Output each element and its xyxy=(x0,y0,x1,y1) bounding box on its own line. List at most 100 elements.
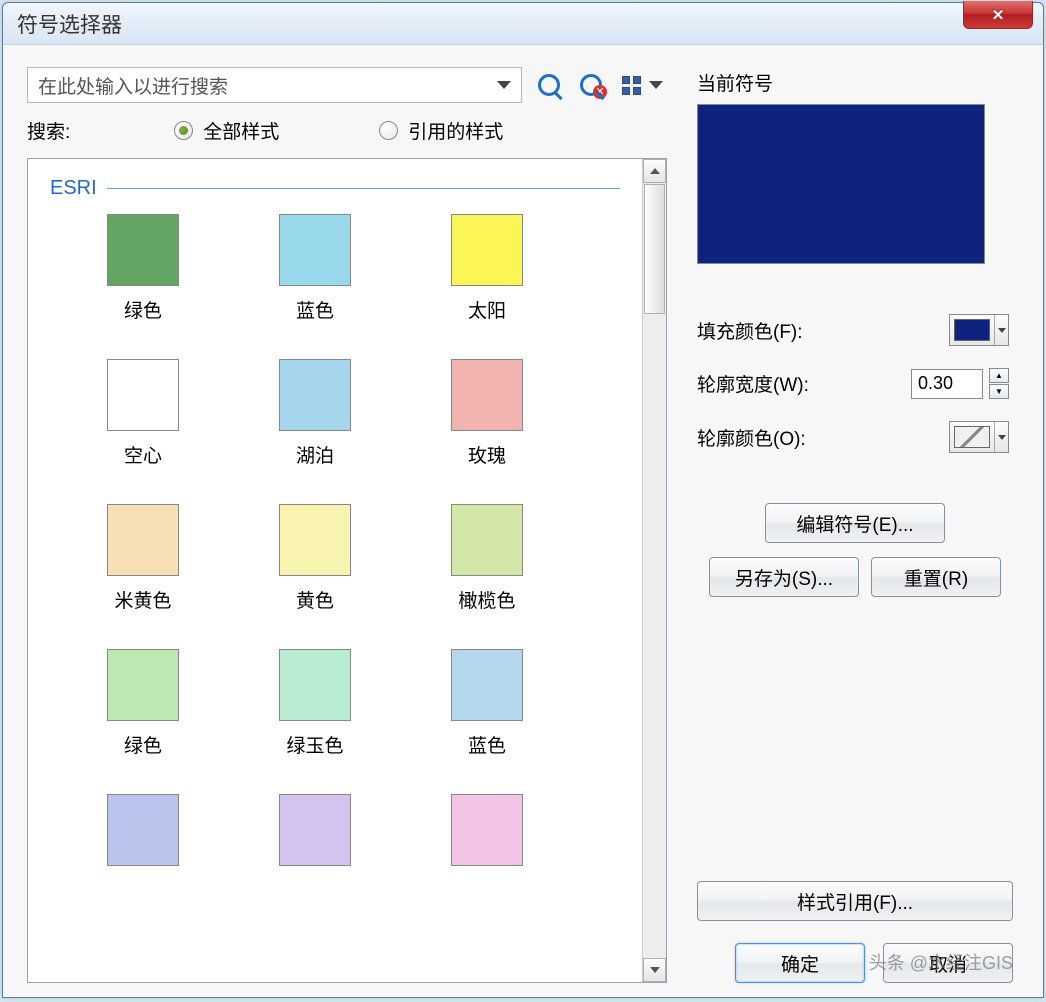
symbol-item[interactable]: 黄色 xyxy=(240,504,390,613)
symbol-grid: 绿色蓝色太阳空心湖泊玫瑰米黄色黄色橄榄色绿色绿玉色蓝色 xyxy=(50,214,620,876)
symbol-swatch xyxy=(451,504,523,576)
color-swatch xyxy=(954,426,990,448)
window-title: 符号选择器 xyxy=(17,9,122,39)
edit-symbol-button[interactable]: 编辑符号(E)... xyxy=(765,503,945,543)
symbol-item[interactable] xyxy=(68,794,218,876)
symbol-swatch xyxy=(451,649,523,721)
group-header: ESRI xyxy=(50,177,620,200)
clear-search-button[interactable]: ✕ xyxy=(576,70,606,100)
group-name: ESRI xyxy=(50,177,97,200)
symbol-swatch xyxy=(451,794,523,866)
outline-color-label: 轮廓颜色(O): xyxy=(697,424,806,451)
symbol-label: 太阳 xyxy=(468,296,506,323)
dropdown-icon xyxy=(994,315,1008,345)
grid-view-icon xyxy=(622,76,641,95)
spin-up-button[interactable]: ▲ xyxy=(989,368,1009,383)
symbol-item[interactable]: 橄榄色 xyxy=(412,504,562,613)
symbol-list-panel: ESRI 绿色蓝色太阳空心湖泊玫瑰米黄色黄色橄榄色绿色绿玉色蓝色 xyxy=(27,158,667,983)
symbol-item[interactable]: 米黄色 xyxy=(68,504,218,613)
chevron-down-icon xyxy=(650,967,660,973)
save-as-button[interactable]: 另存为(S)... xyxy=(709,557,859,597)
symbol-label: 绿色 xyxy=(124,296,162,323)
outline-width-row: 轮廓宽度(W): ▲ ▼ xyxy=(697,368,1013,399)
radio-label: 引用的样式 xyxy=(408,117,503,144)
symbol-item[interactable]: 空心 xyxy=(68,359,218,468)
radio-group: 全部样式 引用的样式 xyxy=(94,117,503,144)
close-button[interactable]: ✕ xyxy=(963,1,1033,29)
chevron-down-icon xyxy=(649,81,663,89)
symbol-item[interactable]: 太阳 xyxy=(412,214,562,323)
scroll-up-button[interactable] xyxy=(643,159,666,183)
content-area: 在此处输入以进行搜索 ✕ 搜索: xyxy=(3,45,1043,997)
radio-icon xyxy=(379,121,398,140)
chevron-down-icon[interactable] xyxy=(497,81,511,89)
scroll-track[interactable] xyxy=(643,315,666,958)
symbol-label: 蓝色 xyxy=(468,731,506,758)
fill-color-picker[interactable] xyxy=(949,314,1009,346)
cancel-button[interactable]: 取消 xyxy=(883,943,1013,983)
right-panel: 当前符号 填充颜色(F): 轮廓宽度(W): ▲ ▼ xyxy=(679,67,1019,983)
radio-all-styles[interactable]: 全部样式 xyxy=(174,117,279,144)
symbol-item[interactable]: 绿玉色 xyxy=(240,649,390,758)
symbol-label: 玫瑰 xyxy=(468,441,506,468)
spin-down-button[interactable]: ▼ xyxy=(989,384,1009,399)
titlebar[interactable]: 符号选择器 ✕ xyxy=(3,3,1043,45)
symbol-label: 空心 xyxy=(124,441,162,468)
symbol-swatch xyxy=(107,649,179,721)
spinner-buttons: ▲ ▼ xyxy=(989,368,1009,399)
divider xyxy=(107,188,620,189)
symbol-swatch xyxy=(451,359,523,431)
symbol-swatch xyxy=(107,504,179,576)
spacer xyxy=(697,611,1013,881)
radio-referenced-styles[interactable]: 引用的样式 xyxy=(379,117,503,144)
symbol-label: 绿玉色 xyxy=(286,731,343,758)
fill-color-label: 填充颜色(F): xyxy=(697,317,803,344)
style-reference-button[interactable]: 样式引用(F)... xyxy=(697,881,1013,921)
radio-label: 全部样式 xyxy=(203,117,279,144)
symbol-swatch xyxy=(279,504,351,576)
dialog-window: 符号选择器 ✕ 在此处输入以进行搜索 ✕ xyxy=(2,2,1044,998)
symbol-swatch xyxy=(279,794,351,866)
search-clear-icon: ✕ xyxy=(580,74,602,96)
dropdown-icon xyxy=(994,422,1008,452)
symbol-swatch xyxy=(107,214,179,286)
symbol-item[interactable]: 蓝色 xyxy=(412,649,562,758)
search-icon xyxy=(538,74,560,96)
symbol-swatch xyxy=(279,359,351,431)
scroll-thumb[interactable] xyxy=(644,184,665,314)
edit-button-row: 编辑符号(E)... xyxy=(697,503,1013,543)
symbol-item[interactable] xyxy=(240,794,390,876)
view-mode-button[interactable] xyxy=(618,76,667,95)
symbol-label: 米黄色 xyxy=(114,586,171,613)
outline-width-input[interactable] xyxy=(911,369,983,399)
symbol-label: 绿色 xyxy=(124,731,162,758)
ok-button[interactable]: 确定 xyxy=(735,943,865,983)
symbol-swatch xyxy=(107,359,179,431)
outline-width-label: 轮廓宽度(W): xyxy=(697,370,809,397)
search-label: 搜索: xyxy=(27,117,70,144)
outline-width-spinner: ▲ ▼ xyxy=(911,368,1009,399)
symbol-item[interactable]: 绿色 xyxy=(68,214,218,323)
scrollbar[interactable] xyxy=(642,159,666,982)
search-button[interactable] xyxy=(534,70,564,100)
outline-color-picker[interactable] xyxy=(949,421,1009,453)
symbol-item[interactable]: 玫瑰 xyxy=(412,359,562,468)
symbol-item[interactable]: 湖泊 xyxy=(240,359,390,468)
search-scope-row: 搜索: 全部样式 引用的样式 xyxy=(27,117,667,144)
radio-icon xyxy=(174,121,193,140)
symbol-preview xyxy=(697,104,985,264)
symbol-label: 黄色 xyxy=(296,586,334,613)
fill-color-row: 填充颜色(F): xyxy=(697,314,1013,346)
current-symbol-label: 当前符号 xyxy=(697,69,1013,96)
reset-button[interactable]: 重置(R) xyxy=(871,557,1001,597)
x-icon: ✕ xyxy=(593,85,607,99)
symbol-item[interactable]: 蓝色 xyxy=(240,214,390,323)
search-input[interactable]: 在此处输入以进行搜索 xyxy=(27,67,522,103)
symbol-item[interactable] xyxy=(412,794,562,876)
scroll-down-button[interactable] xyxy=(643,958,666,982)
symbol-list[interactable]: ESRI 绿色蓝色太阳空心湖泊玫瑰米黄色黄色橄榄色绿色绿玉色蓝色 xyxy=(28,159,642,982)
search-placeholder: 在此处输入以进行搜索 xyxy=(38,72,228,99)
save-reset-row: 另存为(S)... 重置(R) xyxy=(697,557,1013,597)
symbol-item[interactable]: 绿色 xyxy=(68,649,218,758)
outline-color-row: 轮廓颜色(O): xyxy=(697,421,1013,453)
